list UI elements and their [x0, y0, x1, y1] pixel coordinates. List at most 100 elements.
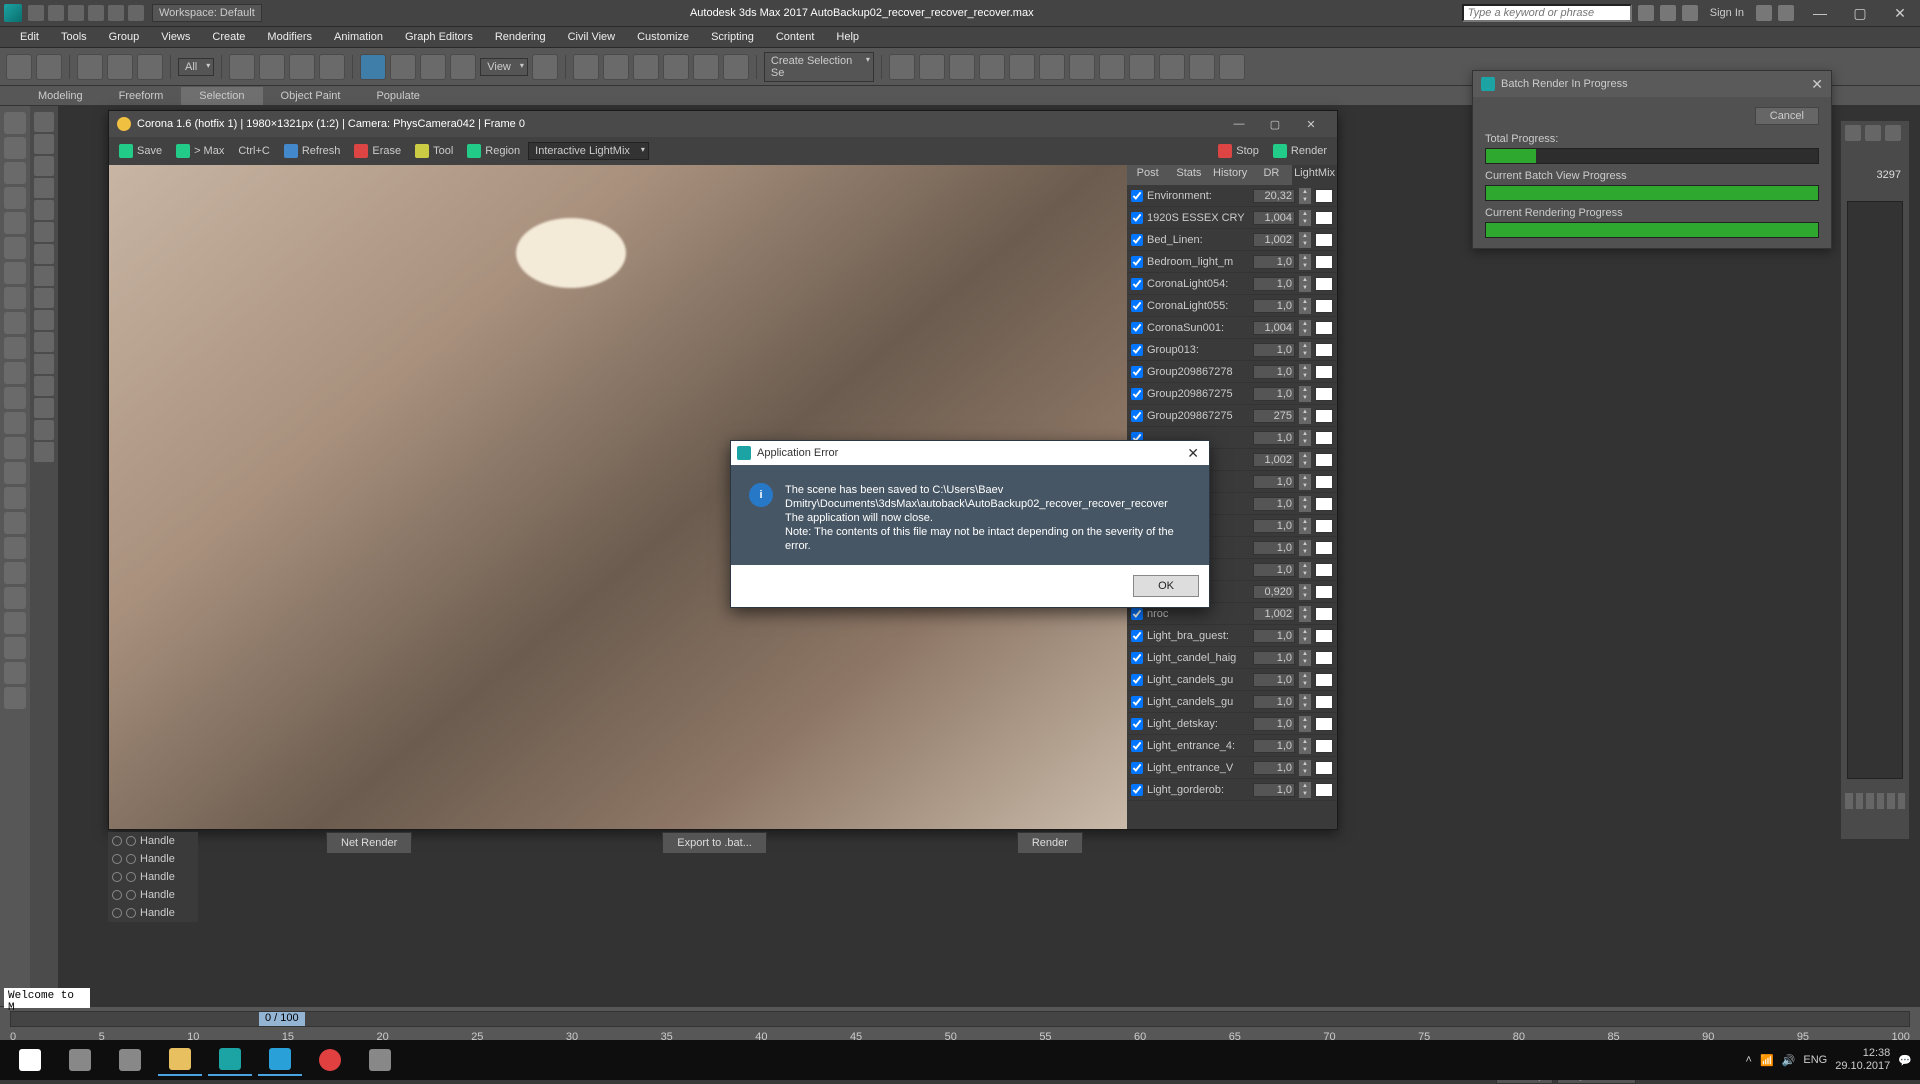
light-stepper[interactable]: ▲▼: [1299, 562, 1311, 578]
light-color-swatch[interactable]: [1315, 211, 1333, 225]
close-button[interactable]: ✕: [1880, 5, 1920, 22]
light-stepper[interactable]: ▲▼: [1299, 298, 1311, 314]
light-color-swatch[interactable]: [1315, 453, 1333, 467]
corona-tomax[interactable]: > Max: [170, 142, 230, 160]
menu-rendering[interactable]: Rendering: [485, 29, 556, 45]
undo-icon[interactable]: [88, 5, 104, 21]
freeze-icon[interactable]: [126, 908, 136, 918]
eye-icon[interactable]: [112, 854, 122, 864]
light-value[interactable]: 1,002: [1253, 233, 1295, 247]
light-value[interactable]: 1,0: [1253, 343, 1295, 357]
light-color-swatch[interactable]: [1315, 189, 1333, 203]
save-icon[interactable]: [68, 5, 84, 21]
workspace-dropdown[interactable]: Workspace: Default: [152, 4, 262, 22]
light-check[interactable]: [1131, 652, 1143, 664]
tool-icon[interactable]: [4, 212, 26, 234]
link-button[interactable]: [77, 54, 103, 80]
light-color-swatch[interactable]: [1315, 277, 1333, 291]
light-stepper[interactable]: ▲▼: [1299, 496, 1311, 512]
light-value[interactable]: 1,0: [1253, 497, 1295, 511]
tool-icon[interactable]: [4, 187, 26, 209]
open-icon[interactable]: [48, 5, 64, 21]
signin-link[interactable]: Sign In: [1704, 7, 1750, 19]
material-editor-button[interactable]: [1069, 54, 1095, 80]
tool-icon[interactable]: [34, 244, 54, 264]
light-color-swatch[interactable]: [1315, 299, 1333, 313]
light-value[interactable]: 1,0: [1253, 695, 1295, 709]
tool-icon[interactable]: [34, 354, 54, 374]
light-stepper[interactable]: ▲▼: [1299, 188, 1311, 204]
menu-animation[interactable]: Animation: [324, 29, 393, 45]
light-stepper[interactable]: ▲▼: [1299, 650, 1311, 666]
light-check[interactable]: [1131, 366, 1143, 378]
render-button[interactable]: Render: [1017, 832, 1083, 854]
tool-icon[interactable]: [4, 462, 26, 484]
tool-icon[interactable]: [4, 637, 26, 659]
tray-volume-icon[interactable]: 🔊: [1782, 1054, 1796, 1067]
light-color-swatch[interactable]: [1315, 343, 1333, 357]
light-color-swatch[interactable]: [1315, 519, 1333, 533]
tool-icon[interactable]: [34, 442, 54, 462]
tool-icon[interactable]: [4, 537, 26, 559]
menu-modifiers[interactable]: Modifiers: [257, 29, 322, 45]
menu-create[interactable]: Create: [202, 29, 255, 45]
light-check[interactable]: [1131, 674, 1143, 686]
corona-tab-dr[interactable]: DR: [1251, 165, 1292, 185]
light-stepper[interactable]: ▲▼: [1299, 254, 1311, 270]
render-setup-button[interactable]: [1099, 54, 1125, 80]
light-stepper[interactable]: ▲▼: [1299, 738, 1311, 754]
tool-icon[interactable]: [4, 387, 26, 409]
light-color-swatch[interactable]: [1315, 717, 1333, 731]
rendered-frame-button[interactable]: [1129, 54, 1155, 80]
selection-filter-dropdown[interactable]: All: [178, 58, 214, 76]
help-icon[interactable]: [1778, 5, 1794, 21]
light-stepper[interactable]: ▲▼: [1299, 518, 1311, 534]
panel-icon[interactable]: [1898, 793, 1906, 809]
tray-network-icon[interactable]: 📶: [1760, 1054, 1774, 1067]
light-color-swatch[interactable]: [1315, 651, 1333, 665]
light-stepper[interactable]: ▲▼: [1299, 628, 1311, 644]
toggle-ribbon-button[interactable]: [979, 54, 1005, 80]
light-color-swatch[interactable]: [1315, 783, 1333, 797]
panel-icon[interactable]: [1866, 793, 1874, 809]
tool-icon[interactable]: [4, 437, 26, 459]
tool-icon[interactable]: [34, 332, 54, 352]
light-stepper[interactable]: ▲▼: [1299, 606, 1311, 622]
placement-button[interactable]: [450, 54, 476, 80]
error-close[interactable]: ✕: [1183, 445, 1203, 462]
tool-icon[interactable]: [34, 178, 54, 198]
redo-icon[interactable]: [108, 5, 124, 21]
app-task[interactable]: [258, 1044, 302, 1076]
align-button[interactable]: [919, 54, 945, 80]
light-stepper[interactable]: ▲▼: [1299, 584, 1311, 600]
light-check[interactable]: [1131, 696, 1143, 708]
tool-icon[interactable]: [34, 222, 54, 242]
corona-tab-lightmix[interactable]: LightMix: [1292, 165, 1337, 185]
tool-icon[interactable]: [34, 112, 54, 132]
light-stepper[interactable]: ▲▼: [1299, 694, 1311, 710]
percent-snap-button[interactable]: [693, 54, 719, 80]
tool-icon[interactable]: [4, 112, 26, 134]
light-value[interactable]: 1,002: [1253, 607, 1295, 621]
menu-content[interactable]: Content: [766, 29, 825, 45]
tool-icon[interactable]: [4, 362, 26, 384]
corona-tab-post[interactable]: Post: [1127, 165, 1168, 185]
light-check[interactable]: [1131, 344, 1143, 356]
light-stepper[interactable]: ▲▼: [1299, 276, 1311, 292]
light-color-swatch[interactable]: [1315, 673, 1333, 687]
light-value[interactable]: 1,0: [1253, 277, 1295, 291]
light-value[interactable]: 1,0: [1253, 651, 1295, 665]
schematic-button[interactable]: [1039, 54, 1065, 80]
corona-save[interactable]: Save: [113, 142, 168, 160]
paint-task[interactable]: [358, 1044, 402, 1076]
light-value[interactable]: 1,0: [1253, 629, 1295, 643]
tool-icon[interactable]: [4, 337, 26, 359]
tool-icon[interactable]: [4, 512, 26, 534]
light-value[interactable]: 1,0: [1253, 255, 1295, 269]
light-stepper[interactable]: ▲▼: [1299, 364, 1311, 380]
explorer-task[interactable]: [158, 1044, 202, 1076]
menu-civil-view[interactable]: Civil View: [558, 29, 625, 45]
light-color-swatch[interactable]: [1315, 607, 1333, 621]
light-color-swatch[interactable]: [1315, 431, 1333, 445]
corona-tool[interactable]: Tool: [409, 142, 459, 160]
